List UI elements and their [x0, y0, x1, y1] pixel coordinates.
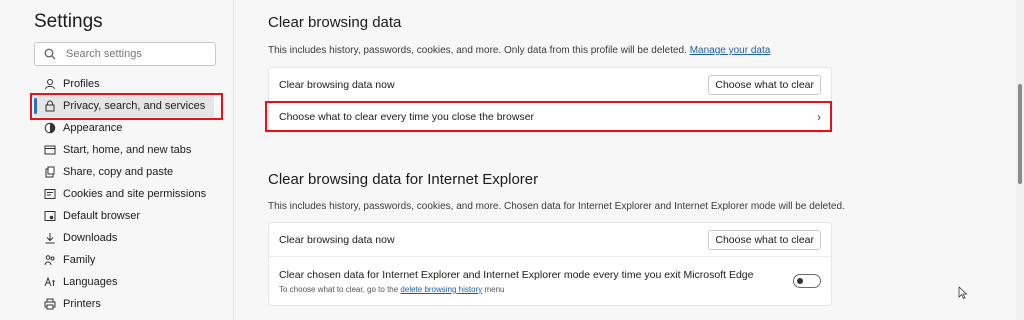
sidebar-item-appearance[interactable]: Appearance	[34, 117, 224, 139]
settings-sidebar: Settings Search settings Profiles Privac…	[0, 0, 234, 320]
ie-clear-now-label: Clear browsing data now	[279, 233, 395, 246]
clear-now-label: Clear browsing data now	[279, 78, 395, 91]
sidebar-item-downloads[interactable]: Downloads	[34, 227, 224, 249]
main-content: Clear browsing data This includes histor…	[234, 0, 1024, 320]
section-title-ie-data: Clear browsing data for Internet Explore…	[268, 171, 539, 188]
sidebar-item-label: Cookies and site permissions	[63, 188, 207, 200]
search-input[interactable]: Search settings	[34, 42, 216, 66]
cookies-icon	[43, 188, 56, 201]
delete-browsing-history-link[interactable]: delete browsing history	[400, 285, 482, 294]
search-icon	[44, 48, 56, 60]
ie-data-card: Clear browsing data now Choose what to c…	[268, 222, 832, 306]
sidebar-item-family[interactable]: Family	[34, 249, 224, 271]
ie-clear-now-row: Clear browsing data now Choose what to c…	[269, 223, 831, 256]
family-icon	[43, 254, 56, 267]
sidebar-item-label: Appearance	[63, 122, 123, 134]
manage-your-data-link[interactable]: Manage your data	[690, 45, 771, 56]
language-icon	[43, 276, 56, 289]
note-prefix: To choose what to clear, go to the	[279, 284, 399, 294]
sidebar-item-label: Family	[63, 254, 96, 266]
ie-clear-on-exit-toggle[interactable]	[793, 274, 821, 288]
sidebar-item-languages[interactable]: Languages	[34, 271, 224, 293]
note-suffix: menu	[484, 284, 505, 294]
sidebar-item-printers[interactable]: Printers	[34, 293, 224, 315]
sidebar-item-label: Default browser	[63, 210, 141, 222]
ie-data-description: This includes history, passwords, cookie…	[268, 201, 845, 212]
home-tabs-icon	[43, 144, 56, 157]
scrollbar-thumb[interactable]	[1018, 84, 1022, 184]
sidebar-item-start-home[interactable]: Start, home, and new tabs	[34, 139, 224, 161]
sidebar-item-share[interactable]: Share, copy and paste	[34, 161, 224, 183]
choose-what-to-clear-button[interactable]: Choose what to clear	[708, 74, 821, 95]
share-icon	[43, 166, 56, 179]
appearance-icon	[43, 122, 56, 135]
section-title-clear-data: Clear browsing data	[268, 14, 402, 31]
browser-icon	[43, 210, 56, 223]
settings-title: Settings	[34, 11, 103, 32]
sidebar-item-label: Downloads	[63, 232, 118, 244]
sidebar-item-label: Profiles	[63, 78, 100, 90]
mouse-cursor-icon	[958, 286, 968, 300]
download-icon	[43, 232, 56, 245]
ie-clear-on-exit-text: Clear chosen data for Internet Explorer …	[279, 269, 753, 294]
sidebar-item-label: Start, home, and new tabs	[63, 144, 192, 156]
sidebar-item-label: Printers	[63, 298, 101, 310]
clear-data-desc-text: This includes history, passwords, cookie…	[268, 45, 687, 56]
sidebar-item-label: Languages	[63, 276, 118, 288]
highlight-box-clear-on-close	[265, 101, 832, 132]
printer-icon	[43, 298, 56, 311]
sidebar-item-label: Share, copy and paste	[63, 166, 174, 178]
ie-choose-what-to-clear-button[interactable]: Choose what to clear	[708, 229, 821, 250]
ie-clear-on-exit-note: To choose what to clear, go to the delet…	[279, 285, 753, 294]
profile-icon	[43, 78, 56, 91]
sidebar-item-cookies[interactable]: Cookies and site permissions	[34, 183, 224, 205]
sidebar-item-profiles[interactable]: Profiles	[34, 73, 224, 95]
clear-now-row: Clear browsing data now Choose what to c…	[269, 68, 831, 101]
highlight-box-privacy	[30, 93, 223, 120]
search-placeholder: Search settings	[66, 48, 142, 60]
page-scrollbar[interactable]	[1016, 0, 1024, 320]
ie-clear-on-exit-row: Clear chosen data for Internet Explorer …	[269, 256, 831, 305]
ie-clear-on-exit-label: Clear chosen data for Internet Explorer …	[279, 268, 754, 281]
sidebar-item-default-browser[interactable]: Default browser	[34, 205, 224, 227]
clear-data-description: This includes history, passwords, cookie…	[268, 45, 770, 56]
